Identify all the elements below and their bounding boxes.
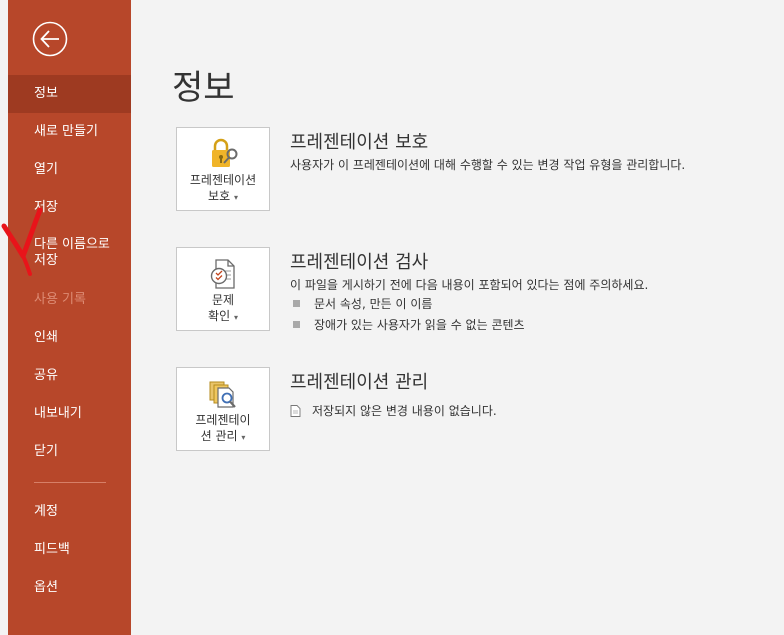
sidebar-item-export[interactable]: 내보내기 [8, 395, 131, 433]
save-as-label-line1: 다른 이름으로 [34, 237, 110, 252]
check-for-issues-button[interactable]: 문제 확인 ▾ [176, 247, 270, 331]
back-button[interactable] [32, 21, 68, 57]
inspect-document-icon [210, 259, 235, 289]
inspect-description: 이 파일을 게시하기 전에 다음 내용이 포함되어 있다는 점에 주의하세요. [290, 278, 649, 292]
protect-button-label-line1: 프레젠테이션 [189, 173, 257, 187]
back-arrow-icon [32, 21, 68, 57]
manage-button-label-text: 션 관리 [200, 429, 238, 443]
sidebar-item-label: 다른 이름으로 저장 [34, 237, 110, 270]
inspect-item-text: 장애가 있는 사용자가 읽을 수 없는 콘텐츠 [314, 318, 525, 332]
sidebar-item-history: 사용 기록 [8, 281, 131, 319]
list-item: 문서 속성, 만든 이 이름 [293, 295, 432, 312]
manage-heading: 프레젠테이션 관리 [290, 372, 429, 393]
sidebar-item-label: 공유 [34, 367, 58, 383]
bullet-square-icon [293, 300, 300, 307]
bullet-square-icon [293, 321, 300, 328]
sidebar-item-label: 정보 [34, 85, 58, 101]
sidebar-item-label: 저장 [34, 199, 58, 215]
lock-icon [212, 138, 238, 167]
sidebar-item-label: 계정 [34, 503, 58, 519]
info-panel: 정보 프레젠테이션 보호 ▾ 프레젠테이션 보호 사용자가 이 프레젠테이션에 … [131, 0, 784, 635]
inspect-item-text: 문서 속성, 만든 이 이름 [314, 297, 433, 311]
sidebar-item-options[interactable]: 옵션 [8, 569, 131, 607]
sidebar-item-label: 사용 기록 [34, 291, 86, 307]
manage-status-row: 저장되지 않은 변경 내용이 없습니다. [290, 402, 497, 419]
sidebar-item-label: 닫기 [34, 443, 58, 459]
protect-presentation-button[interactable]: 프레젠테이션 보호 ▾ [176, 127, 270, 211]
list-item: 장애가 있는 사용자가 읽을 수 없는 콘텐츠 [293, 316, 525, 333]
manage-button-label-line1: 프레젠테이 [195, 413, 251, 427]
inspect-button-label-line2: 확인 ▾ [177, 308, 269, 326]
manage-button-label-line2: 션 관리 ▾ [177, 428, 269, 446]
sidebar-item-label: 피드백 [34, 541, 70, 557]
sidebar-item-label: 새로 만들기 [34, 123, 98, 139]
document-icon [290, 404, 301, 417]
sidebar-item-open[interactable]: 열기 [8, 151, 131, 189]
page-title: 정보 [172, 68, 235, 108]
protect-button-label-line2: 보호 ▾ [177, 188, 269, 206]
sidebar-item-label: 내보내기 [34, 405, 82, 421]
sidebar-item-account[interactable]: 계정 [8, 493, 131, 531]
sidebar-item-close[interactable]: 닫기 [8, 433, 131, 471]
sidebar-item-feedback[interactable]: 피드백 [8, 531, 131, 569]
chevron-down-icon: ▾ [233, 313, 238, 322]
chevron-down-icon: ▾ [233, 193, 238, 202]
chevron-down-icon: ▾ [241, 433, 246, 442]
inspect-button-label-text: 확인 [208, 309, 231, 323]
sidebar-item-label: 인쇄 [34, 329, 58, 345]
sidebar-item-label: 옵션 [34, 579, 58, 595]
sidebar-item-info[interactable]: 정보 [8, 75, 131, 113]
sidebar-item-label: 열기 [34, 161, 58, 177]
sidebar-item-save[interactable]: 저장 [8, 189, 131, 227]
manage-status-text: 저장되지 않은 변경 내용이 없습니다. [312, 404, 497, 418]
manage-presentation-button[interactable]: 프레젠테이 션 관리 ▾ [176, 367, 270, 451]
window-left-edge [0, 0, 8, 635]
sidebar-item-share[interactable]: 공유 [8, 357, 131, 395]
manage-versions-icon [209, 381, 236, 408]
sidebar-item-new[interactable]: 새로 만들기 [8, 113, 131, 151]
backstage-view: 정보 새로 만들기 열기 저장 다른 이름으로 저장 사용 기록 인쇄 공유 내… [0, 0, 784, 635]
inspect-button-label-line1: 문제 [211, 293, 235, 307]
save-as-label-line2: 저장 [34, 253, 58, 269]
inspect-heading: 프레젠테이션 검사 [290, 252, 429, 273]
backstage-sidebar: 정보 새로 만들기 열기 저장 다른 이름으로 저장 사용 기록 인쇄 공유 내… [8, 0, 131, 635]
protect-heading: 프레젠테이션 보호 [290, 132, 429, 153]
sidebar-item-save-as[interactable]: 다른 이름으로 저장 [8, 229, 131, 277]
protect-description: 사용자가 이 프레젠테이션에 대해 수행할 수 있는 변경 작업 유형을 관리합… [290, 158, 686, 172]
protect-button-label-text: 보호 [208, 189, 231, 203]
sidebar-divider [34, 482, 106, 483]
sidebar-item-print[interactable]: 인쇄 [8, 319, 131, 357]
